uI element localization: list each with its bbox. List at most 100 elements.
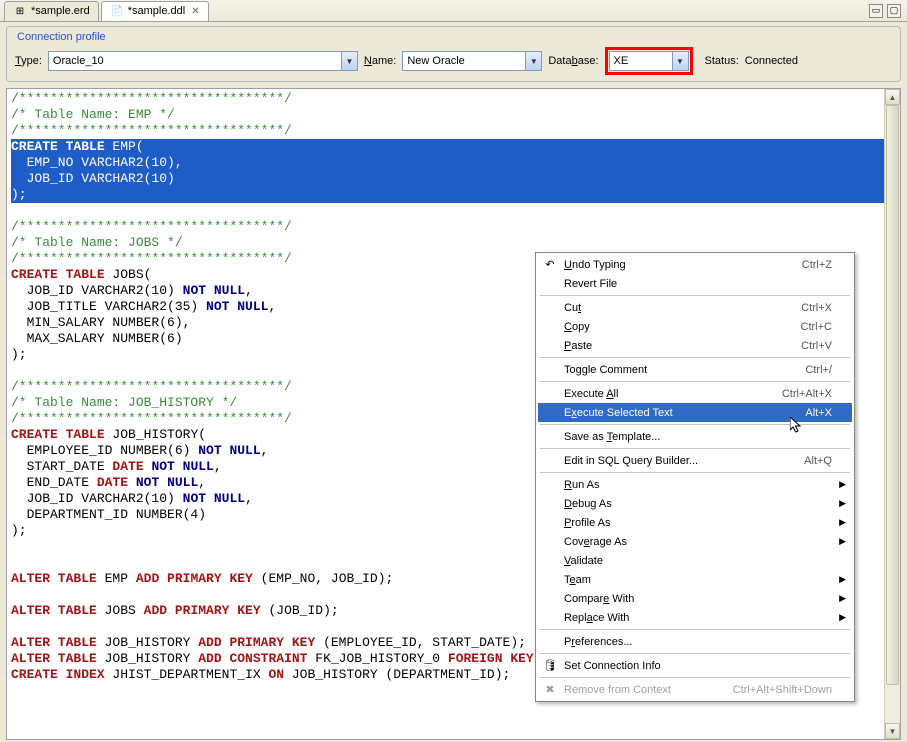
menu-item-validate[interactable]: Validate bbox=[538, 551, 852, 570]
menu-item-profile-as[interactable]: Profile As ▶ bbox=[538, 513, 852, 532]
menu-item-label: Compare With bbox=[564, 593, 832, 605]
chevron-down-icon: ▼ bbox=[341, 52, 357, 70]
code-line: /**********************************/ bbox=[11, 91, 900, 107]
tab-label: *sample.ddl bbox=[128, 5, 185, 17]
code-line: JOB_ID VARCHAR2(10) bbox=[11, 171, 900, 187]
scroll-up-button[interactable]: ▲ bbox=[885, 89, 900, 105]
sql-editor[interactable]: /**********************************//* T… bbox=[6, 88, 901, 740]
menu-separator bbox=[540, 381, 850, 382]
menu-item-shortcut: Ctrl+Z bbox=[802, 259, 832, 271]
menu-item-label: Coverage As bbox=[564, 536, 832, 548]
menu-separator bbox=[540, 472, 850, 473]
menu-item-compare-with[interactable]: Compare With ▶ bbox=[538, 589, 852, 608]
tab-sample-erd[interactable]: ⊞ *sample.erd bbox=[4, 1, 99, 21]
menu-item-team[interactable]: Team ▶ bbox=[538, 570, 852, 589]
tab-sample-ddl[interactable]: 📄 *sample.ddl ✕ bbox=[101, 1, 209, 21]
menu-item-label: Execute All bbox=[564, 388, 782, 400]
menu-item-toggle-comment[interactable]: Toggle CommentCtrl+/ bbox=[538, 360, 852, 379]
menu-item-label: Execute Selected Text bbox=[564, 407, 805, 419]
menu-separator bbox=[540, 424, 850, 425]
status-value: Connected bbox=[745, 55, 798, 67]
menu-item-debug-as[interactable]: Debug As ▶ bbox=[538, 494, 852, 513]
menu-item-shortcut: Ctrl+C bbox=[801, 321, 832, 333]
menu-item-replace-with[interactable]: Replace With▶ bbox=[538, 608, 852, 627]
menu-item-shortcut: Ctrl+Alt+Shift+Down bbox=[733, 684, 832, 696]
menu-item-icon: ✖ bbox=[542, 682, 558, 698]
menu-item-set-connection-info[interactable]: 🛢 Set Connection Info bbox=[538, 656, 852, 675]
code-line: /* Table Name: EMP */ bbox=[11, 107, 900, 123]
menu-item-label: Debug As bbox=[564, 498, 832, 510]
vertical-scrollbar[interactable]: ▲ ▼ bbox=[884, 89, 900, 739]
menu-item-label: Edit in SQL Query Builder... bbox=[564, 455, 804, 467]
chevron-right-icon: ▶ bbox=[839, 479, 846, 490]
menu-item-label: Team bbox=[564, 574, 832, 586]
menu-item-coverage-as[interactable]: Coverage As ▶ bbox=[538, 532, 852, 551]
menu-item-paste[interactable]: PasteCtrl+V bbox=[538, 336, 852, 355]
menu-item-run-as[interactable]: Run As ▶ bbox=[538, 475, 852, 494]
status-label: Status: bbox=[705, 55, 739, 67]
code-line: EMP_NO VARCHAR2(10), bbox=[11, 155, 900, 171]
tab-label: *sample.erd bbox=[31, 5, 90, 17]
name-label: Name: bbox=[364, 55, 396, 67]
scroll-thumb[interactable] bbox=[886, 105, 899, 685]
menu-item-shortcut: Ctrl+Alt+X bbox=[782, 388, 832, 400]
name-combo[interactable]: New Oracle ▼ bbox=[402, 51, 542, 71]
menu-item-label: Undo Typing bbox=[564, 259, 802, 271]
menu-item-cut[interactable]: CutCtrl+X bbox=[538, 298, 852, 317]
minimize-button[interactable]: ▭ bbox=[869, 4, 883, 18]
menu-item-label: Run As bbox=[564, 479, 832, 491]
code-line: CREATE TABLE EMP( bbox=[11, 139, 900, 155]
menu-separator bbox=[540, 295, 850, 296]
menu-item-save-as-template[interactable]: Save as Template... bbox=[538, 427, 852, 446]
menu-item-undo-typing[interactable]: ↶ Undo TypingCtrl+Z bbox=[538, 255, 852, 274]
menu-item-revert-file[interactable]: Revert File bbox=[538, 274, 852, 293]
type-label: Type: bbox=[15, 55, 42, 67]
menu-item-shortcut: Ctrl+/ bbox=[805, 364, 832, 376]
context-menu: ↶Undo TypingCtrl+ZRevert FileCutCtrl+XCo… bbox=[535, 252, 855, 702]
menu-item-execute-selected-text[interactable]: Execute Selected TextAlt+X bbox=[538, 403, 852, 422]
menu-item-label: Profile As bbox=[564, 517, 832, 529]
menu-item-label: Validate bbox=[564, 555, 832, 567]
code-line: /**********************************/ bbox=[11, 123, 900, 139]
type-value: Oracle_10 bbox=[53, 55, 104, 67]
menu-item-label: Set Connection Info bbox=[564, 660, 832, 672]
menu-item-label: Preferences... bbox=[564, 636, 832, 648]
chevron-right-icon: ▶ bbox=[839, 574, 846, 585]
name-value: New Oracle bbox=[407, 55, 464, 67]
table-icon: ⊞ bbox=[13, 4, 27, 18]
menu-item-label: Copy bbox=[564, 321, 801, 333]
chevron-right-icon: ▶ bbox=[839, 536, 846, 547]
file-icon: 📄 bbox=[110, 4, 124, 18]
chevron-right-icon: ▶ bbox=[839, 517, 846, 528]
type-combo[interactable]: Oracle_10 ▼ bbox=[48, 51, 358, 71]
editor-tabbar: ⊞ *sample.erd 📄 *sample.ddl ✕ ▭ ▢ bbox=[0, 0, 907, 22]
menu-separator bbox=[540, 677, 850, 678]
connection-profile-group: Connection profile Type: Oracle_10 ▼ Nam… bbox=[6, 26, 901, 82]
menu-item-label: Remove from Context bbox=[564, 684, 733, 696]
close-icon[interactable]: ✕ bbox=[191, 6, 199, 17]
code-line: ); bbox=[11, 187, 900, 203]
chevron-right-icon: ▶ bbox=[839, 498, 846, 509]
menu-separator bbox=[540, 629, 850, 630]
menu-item-remove-from-context: ✖ Remove from ContextCtrl+Alt+Shift+Down bbox=[538, 680, 852, 699]
chevron-down-icon: ▼ bbox=[672, 52, 688, 70]
maximize-button[interactable]: ▢ bbox=[887, 4, 901, 18]
menu-item-label: Replace With bbox=[564, 612, 832, 624]
database-combo[interactable]: XE ▼ bbox=[609, 51, 689, 71]
menu-item-icon: ↶ bbox=[542, 257, 558, 273]
menu-item-preferences[interactable]: Preferences... bbox=[538, 632, 852, 651]
menu-item-shortcut: Alt+X bbox=[805, 407, 832, 419]
menu-item-icon: 🛢 bbox=[542, 658, 558, 674]
menu-item-shortcut: Alt+Q bbox=[804, 455, 832, 467]
menu-item-edit-in-sql-query-builder[interactable]: Edit in SQL Query Builder...Alt+Q bbox=[538, 451, 852, 470]
code-line: /* Table Name: JOBS */ bbox=[11, 235, 900, 251]
database-highlight: XE ▼ bbox=[605, 47, 693, 75]
group-title: Connection profile bbox=[15, 31, 892, 43]
menu-item-label: Paste bbox=[564, 340, 801, 352]
menu-separator bbox=[540, 357, 850, 358]
menu-item-execute-all[interactable]: Execute AllCtrl+Alt+X bbox=[538, 384, 852, 403]
menu-item-copy[interactable]: CopyCtrl+C bbox=[538, 317, 852, 336]
scroll-down-button[interactable]: ▼ bbox=[885, 723, 900, 739]
menu-item-label: Toggle Comment bbox=[564, 364, 805, 376]
chevron-right-icon: ▶ bbox=[839, 593, 846, 604]
